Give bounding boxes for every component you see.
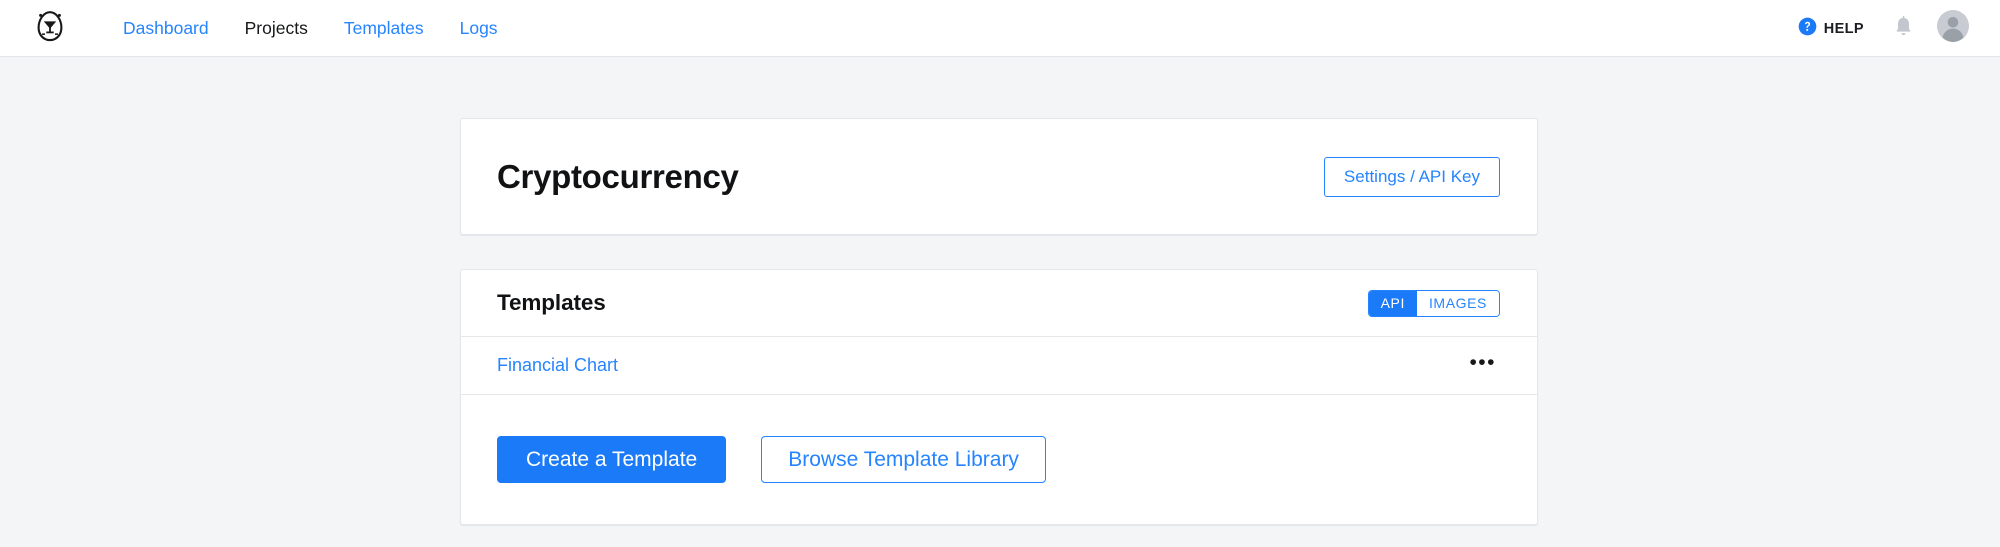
template-row-overflow-menu-icon[interactable]: ••• — [1465, 352, 1500, 380]
nav-link-templates[interactable]: Templates — [326, 17, 442, 39]
view-mode-option-api[interactable]: API — [1368, 290, 1417, 316]
bot-egg-logo-icon — [35, 9, 65, 48]
page-title: Cryptocurrency — [497, 157, 739, 195]
question-circle-icon — [1798, 17, 1817, 41]
nav-link-logs[interactable]: Logs — [442, 17, 516, 39]
create-a-template-button[interactable]: Create a Template — [497, 436, 727, 483]
project-header-card: Cryptocurrency Settings / API Key — [460, 118, 1538, 235]
top-navbar: Dashboard Projects Templates Logs HELP — [0, 0, 2000, 57]
navbar-right-actions: HELP — [1784, 0, 1978, 57]
nav-link-projects[interactable]: Projects — [227, 17, 326, 39]
help-button[interactable]: HELP — [1784, 17, 1878, 41]
bell-icon — [1893, 15, 1914, 43]
view-mode-toggle: API IMAGES — [1367, 289, 1500, 317]
brand-logo-link[interactable] — [30, 8, 70, 48]
templates-card: Templates API IMAGES Financial Chart •••… — [460, 269, 1538, 525]
page-body: Cryptocurrency Settings / API Key Templa… — [0, 57, 2000, 547]
settings-api-key-button[interactable]: Settings / API Key — [1323, 156, 1500, 197]
user-avatar-icon — [1937, 10, 1969, 47]
primary-navigation: Dashboard Projects Templates Logs — [105, 17, 516, 39]
templates-card-header: Templates API IMAGES — [461, 270, 1537, 336]
templates-card-actions: Create a Template Browse Template Librar… — [461, 395, 1537, 524]
view-mode-option-images[interactable]: IMAGES — [1416, 290, 1499, 316]
templates-section-title: Templates — [497, 290, 606, 315]
help-button-label: HELP — [1823, 20, 1864, 37]
user-avatar-button[interactable] — [1928, 7, 1978, 51]
template-name-link[interactable]: Financial Chart — [497, 355, 618, 376]
template-list-item: Financial Chart ••• — [461, 337, 1537, 394]
browse-template-library-button[interactable]: Browse Template Library — [761, 436, 1046, 483]
notifications-button[interactable] — [1878, 7, 1928, 51]
content-container: Cryptocurrency Settings / API Key Templa… — [460, 118, 1538, 525]
nav-link-dashboard[interactable]: Dashboard — [105, 17, 227, 39]
